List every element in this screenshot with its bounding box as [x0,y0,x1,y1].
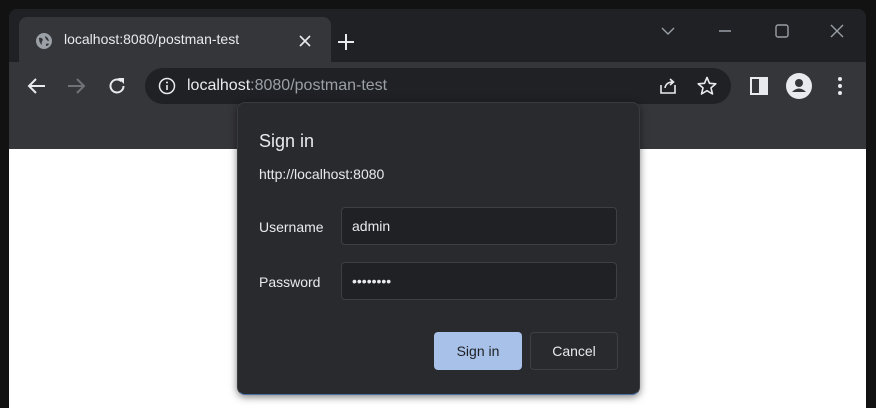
window-close-icon[interactable] [825,19,849,43]
url-host: localhost [187,77,251,94]
username-field[interactable] [341,207,617,245]
chevron-down-icon[interactable] [656,19,680,43]
username-label: Username [259,219,324,235]
sign-in-dialog: Sign in http://localhost:8080 Username P… [237,102,640,395]
globe-icon [35,32,53,50]
arrow-left-icon[interactable] [25,74,49,98]
dialog-title: Sign in [259,131,315,151]
dialog-origin: http://localhost:8080 [259,166,385,182]
cancel-button[interactable]: Cancel [530,332,618,370]
share-icon[interactable] [658,76,678,96]
reload-icon[interactable] [105,74,129,98]
password-field[interactable] [341,262,617,300]
arrow-right-icon[interactable] [64,74,88,98]
tab-title: localhost:8080/postman-test [64,31,240,47]
plus-icon[interactable] [335,31,357,53]
sign-in-button[interactable]: Sign in [434,332,522,370]
url-path: :8080/postman-test [250,77,388,94]
url-text[interactable]: localhost:8080/postman-test [187,77,387,95]
browser-window: localhost:8080/postman-test localhost:80… [9,9,866,408]
kebab-menu-icon[interactable] [828,74,852,98]
maximize-icon[interactable] [770,19,794,43]
side-panel-icon[interactable] [747,74,771,98]
password-label: Password [259,274,321,290]
star-icon[interactable] [696,75,718,97]
tab-postman-test[interactable]: localhost:8080/postman-test [19,17,331,62]
minimize-icon[interactable] [713,19,737,43]
profile-icon[interactable] [786,73,812,99]
close-icon[interactable] [297,33,313,49]
tab-strip: localhost:8080/postman-test [9,9,866,62]
address-bar[interactable]: localhost:8080/postman-test [145,68,731,104]
info-icon[interactable] [158,77,176,95]
